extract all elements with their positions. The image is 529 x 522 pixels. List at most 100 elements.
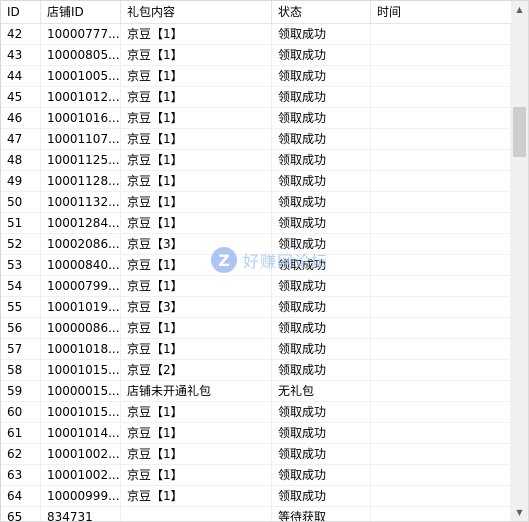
cell-gift: 京豆【3】 — [121, 297, 272, 317]
cell-time — [371, 318, 511, 338]
cell-shop-id: 10000777... — [41, 24, 121, 44]
table-row[interactable]: 47 10001107... 京豆【1】 领取成功 — [1, 129, 511, 150]
table-header: ID 店铺ID 礼包内容 状态 时间 — [1, 1, 511, 24]
scrollbar-thumb[interactable] — [513, 107, 526, 157]
cell-shop-id: 10001019... — [41, 297, 121, 317]
cell-gift: 京豆【2】 — [121, 360, 272, 380]
cell-shop-id: 10000015... — [41, 381, 121, 401]
cell-status: 领取成功 — [272, 255, 371, 275]
cell-gift: 京豆【1】 — [121, 171, 272, 191]
table-row[interactable]: 61 10001014... 京豆【1】 领取成功 — [1, 423, 511, 444]
cell-shop-id: 10001125... — [41, 150, 121, 170]
table-row[interactable]: 43 10000805... 京豆【1】 领取成功 — [1, 45, 511, 66]
cell-id: 58 — [1, 360, 41, 380]
table-row[interactable]: 57 10001018... 京豆【1】 领取成功 — [1, 339, 511, 360]
cell-gift: 京豆【1】 — [121, 255, 272, 275]
cell-gift: 京豆【1】 — [121, 444, 272, 464]
table-row[interactable]: 44 10001005... 京豆【1】 领取成功 — [1, 66, 511, 87]
vertical-scrollbar[interactable]: ▲ ▼ — [511, 1, 528, 521]
table-row[interactable]: 63 10001002... 京豆【1】 领取成功 — [1, 465, 511, 486]
table-row[interactable]: 54 10000799... 京豆【1】 领取成功 — [1, 276, 511, 297]
cell-id: 42 — [1, 24, 41, 44]
table-row[interactable]: 65 834731 等待获取 — [1, 507, 511, 521]
cell-time — [371, 108, 511, 128]
cell-shop-id: 10000799... — [41, 276, 121, 296]
cell-shop-id: 10001014... — [41, 423, 121, 443]
cell-shop-id: 10001002... — [41, 465, 121, 485]
column-header-status[interactable]: 状态 — [272, 1, 371, 23]
cell-gift: 京豆【1】 — [121, 339, 272, 359]
column-header-shop-id[interactable]: 店铺ID — [41, 1, 121, 23]
cell-id: 55 — [1, 297, 41, 317]
cell-shop-id: 10001128... — [41, 171, 121, 191]
cell-id: 51 — [1, 213, 41, 233]
cell-time — [371, 45, 511, 65]
table-row[interactable]: 42 10000777... 京豆【1】 领取成功 — [1, 24, 511, 45]
cell-status: 领取成功 — [272, 45, 371, 65]
cell-id: 54 — [1, 276, 41, 296]
cell-time — [371, 150, 511, 170]
cell-gift: 京豆【1】 — [121, 465, 272, 485]
cell-gift — [121, 507, 272, 521]
cell-status: 领取成功 — [272, 66, 371, 86]
cell-gift: 京豆【1】 — [121, 276, 272, 296]
cell-shop-id: 10000999... — [41, 486, 121, 506]
cell-id: 52 — [1, 234, 41, 254]
column-header-time[interactable]: 时间 — [371, 1, 511, 23]
table-row[interactable]: 53 10000840... 京豆【1】 领取成功 — [1, 255, 511, 276]
cell-gift: 京豆【1】 — [121, 24, 272, 44]
table-row[interactable]: 55 10001019... 京豆【3】 领取成功 — [1, 297, 511, 318]
table-row[interactable]: 58 10001015... 京豆【2】 领取成功 — [1, 360, 511, 381]
arrow-down-icon[interactable]: ▼ — [511, 504, 528, 521]
table-row[interactable]: 50 10001132... 京豆【1】 领取成功 — [1, 192, 511, 213]
cell-shop-id: 10002086... — [41, 234, 121, 254]
cell-id: 64 — [1, 486, 41, 506]
table-row[interactable]: 59 10000015... 店铺未开通礼包 无礼包 — [1, 381, 511, 402]
column-header-id[interactable]: ID — [1, 1, 41, 23]
cell-id: 46 — [1, 108, 41, 128]
table-row[interactable]: 52 10002086... 京豆【3】 领取成功 — [1, 234, 511, 255]
cell-gift: 京豆【1】 — [121, 150, 272, 170]
cell-time — [371, 381, 511, 401]
cell-time — [371, 24, 511, 44]
cell-status: 领取成功 — [272, 444, 371, 464]
cell-time — [371, 129, 511, 149]
table-row[interactable]: 45 10001012... 京豆【1】 领取成功 — [1, 87, 511, 108]
cell-gift: 京豆【1】 — [121, 213, 272, 233]
cell-id: 62 — [1, 444, 41, 464]
cell-gift: 京豆【1】 — [121, 192, 272, 212]
cell-gift: 京豆【1】 — [121, 129, 272, 149]
cell-status: 领取成功 — [272, 360, 371, 380]
cell-time — [371, 486, 511, 506]
arrow-up-icon[interactable]: ▲ — [511, 1, 528, 18]
cell-status: 领取成功 — [272, 486, 371, 506]
cell-status: 领取成功 — [272, 192, 371, 212]
cell-status: 领取成功 — [272, 402, 371, 422]
cell-shop-id: 10000840... — [41, 255, 121, 275]
cell-id: 57 — [1, 339, 41, 359]
results-list-view: ID 店铺ID 礼包内容 状态 时间 42 10000777... 京豆【1】 领取成… — [0, 0, 529, 522]
table-row[interactable]: 60 10001015... 京豆【1】 领取成功 — [1, 402, 511, 423]
cell-shop-id: 10001015... — [41, 360, 121, 380]
cell-gift: 京豆【1】 — [121, 45, 272, 65]
cell-gift: 京豆【3】 — [121, 234, 272, 254]
cell-status: 领取成功 — [272, 318, 371, 338]
table-row[interactable]: 62 10001002... 京豆【1】 领取成功 — [1, 444, 511, 465]
cell-status: 领取成功 — [272, 465, 371, 485]
table-row[interactable]: 48 10001125... 京豆【1】 领取成功 — [1, 150, 511, 171]
cell-shop-id: 10001016... — [41, 108, 121, 128]
table-row[interactable]: 51 10001284... 京豆【1】 领取成功 — [1, 213, 511, 234]
table-row[interactable]: 46 10001016... 京豆【1】 领取成功 — [1, 108, 511, 129]
table-row[interactable]: 56 10000086... 京豆【1】 领取成功 — [1, 318, 511, 339]
cell-shop-id: 10001015... — [41, 402, 121, 422]
cell-shop-id: 834731 — [41, 507, 121, 521]
column-header-gift[interactable]: 礼包内容 — [121, 1, 272, 23]
cell-id: 59 — [1, 381, 41, 401]
cell-time — [371, 171, 511, 191]
table-row[interactable]: 49 10001128... 京豆【1】 领取成功 — [1, 171, 511, 192]
table-body: 42 10000777... 京豆【1】 领取成功 43 10000805... 京豆【1】… — [1, 24, 511, 521]
cell-time — [371, 507, 511, 521]
cell-gift: 京豆【1】 — [121, 87, 272, 107]
table-row[interactable]: 64 10000999... 京豆【1】 领取成功 — [1, 486, 511, 507]
cell-status: 领取成功 — [272, 276, 371, 296]
